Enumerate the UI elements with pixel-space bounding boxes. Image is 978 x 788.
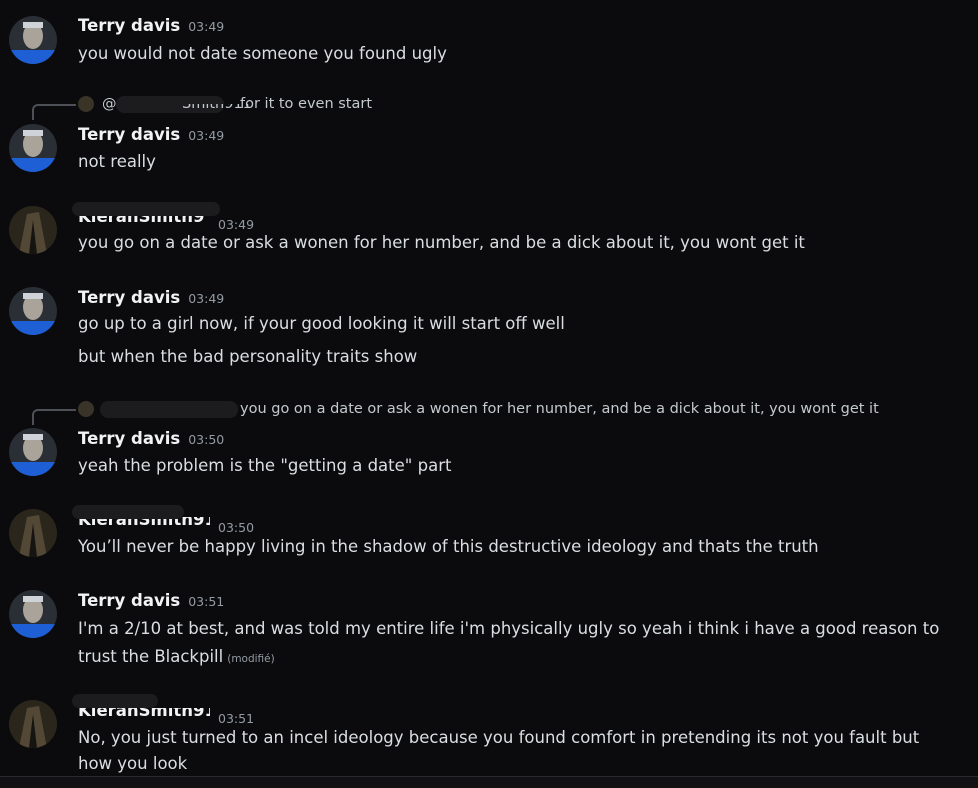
author-name[interactable]: Terry davis [78, 591, 180, 610]
author-name[interactable]: Terry davis [78, 125, 180, 144]
message-text: how you look [78, 754, 188, 773]
message-text: I'm a 2/10 at best, and was told my enti… [78, 619, 940, 638]
reply-text: for it to even start [240, 96, 373, 112]
timestamp: 03:49 [188, 19, 225, 34]
message-text: trust the Blackpill [78, 647, 224, 666]
redacted-name [100, 401, 238, 418]
timestamp: 03:51 [188, 594, 225, 609]
message-text: you go on a date or ask a wonen for her … [78, 233, 805, 252]
avatar-terry[interactable] [9, 16, 57, 64]
timestamp: 03:50 [218, 520, 255, 535]
reply-avatar [78, 96, 94, 112]
author-name[interactable]: Terry davis [78, 288, 180, 307]
message-text: you would not date someone you found ugl… [78, 44, 447, 63]
timestamp: 03:49 [188, 291, 225, 306]
avatar-terry[interactable] [9, 124, 57, 172]
avatar-terry[interactable] [9, 428, 57, 476]
timestamp: 03:51 [218, 711, 255, 726]
message-text: You’ll never be happy living in the shad… [78, 537, 819, 556]
message-text: No, you just turned to an incel ideology… [78, 728, 920, 747]
timestamp: 03:50 [188, 432, 225, 447]
author-name[interactable]: Terry davis [78, 429, 180, 448]
message-text: but when the bad personality traits show [78, 347, 418, 366]
message-text-continued: trust the Blackpill (modifié) [78, 644, 275, 672]
reply-text: you go on a date or ask a wonen for her … [240, 401, 879, 417]
timestamp: 03:49 [188, 128, 225, 143]
message-text: not really [78, 152, 156, 171]
reply-mention[interactable]: @ [102, 95, 117, 113]
avatar-kieran[interactable] [9, 509, 57, 557]
composer-edge [0, 776, 978, 788]
avatar-kieran[interactable] [9, 700, 57, 748]
author-name[interactable]: Terry davis [78, 16, 180, 35]
reply-avatar [78, 401, 94, 417]
reply-spine [32, 409, 76, 425]
message-header: Terry davis 03:50 [78, 427, 224, 451]
redacted-name [72, 505, 184, 519]
edited-label: (modifié) [227, 653, 275, 665]
message-header: Terry davis 03:51 [78, 589, 224, 613]
avatar-terry[interactable] [9, 287, 57, 335]
message-header: Terry davis 03:49 [78, 286, 224, 310]
reply-spine [32, 104, 76, 120]
message-text: go up to a girl now, if your good lookin… [78, 314, 565, 333]
redacted-name [72, 202, 220, 216]
avatar-kieran[interactable] [9, 206, 57, 254]
avatar-terry[interactable] [9, 590, 57, 638]
message-header: Terry davis 03:49 [78, 14, 224, 38]
message-text: yeah the problem is the "getting a date"… [78, 456, 452, 475]
redacted-name [72, 694, 158, 708]
message-header: Terry davis 03:49 [78, 123, 224, 147]
